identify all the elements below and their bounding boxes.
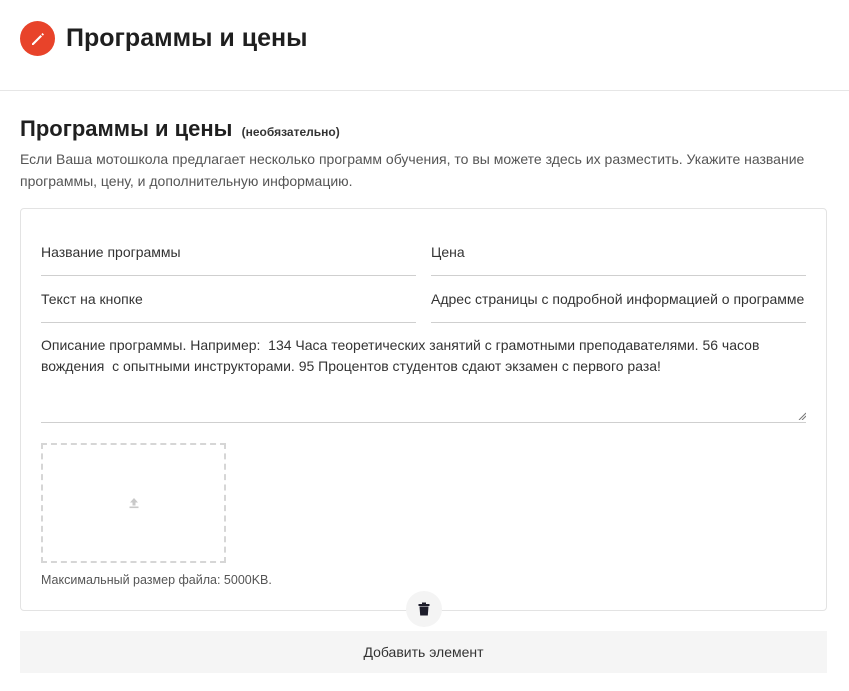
- details-url-field: [431, 275, 806, 323]
- page-title: Программы и цены: [66, 24, 308, 52]
- page-header: Программы и цены: [0, 0, 849, 91]
- button-text-input[interactable]: [41, 290, 416, 307]
- delete-item-button[interactable]: [406, 591, 442, 627]
- section-title-text: Программы и цены: [20, 116, 233, 141]
- optional-label: (необязательно): [241, 125, 340, 139]
- details-url-input[interactable]: [431, 290, 806, 307]
- image-upload-dropzone[interactable]: [41, 443, 226, 563]
- trash-icon: [418, 602, 430, 616]
- resize-grip-icon[interactable]: [798, 412, 806, 420]
- upload-icon: [129, 498, 138, 509]
- price-field: [431, 228, 806, 276]
- program-card: Максимальный размер файла: 5000KB.: [20, 208, 827, 611]
- pencil-icon: [20, 21, 55, 56]
- description-field: [41, 335, 806, 423]
- upload-size-hint: Максимальный размер файла: 5000KB.: [41, 573, 272, 587]
- description-textarea[interactable]: [41, 335, 806, 422]
- program-name-input[interactable]: [41, 243, 416, 260]
- add-item-button[interactable]: Добавить элемент: [20, 631, 827, 673]
- program-name-field: [41, 228, 416, 276]
- section-title: Программы и цены (необязательно): [20, 115, 340, 146]
- price-input[interactable]: [431, 243, 806, 260]
- button-text-field: [41, 275, 416, 323]
- section-description: Если Ваша мотошкола предлагает несколько…: [20, 151, 805, 189]
